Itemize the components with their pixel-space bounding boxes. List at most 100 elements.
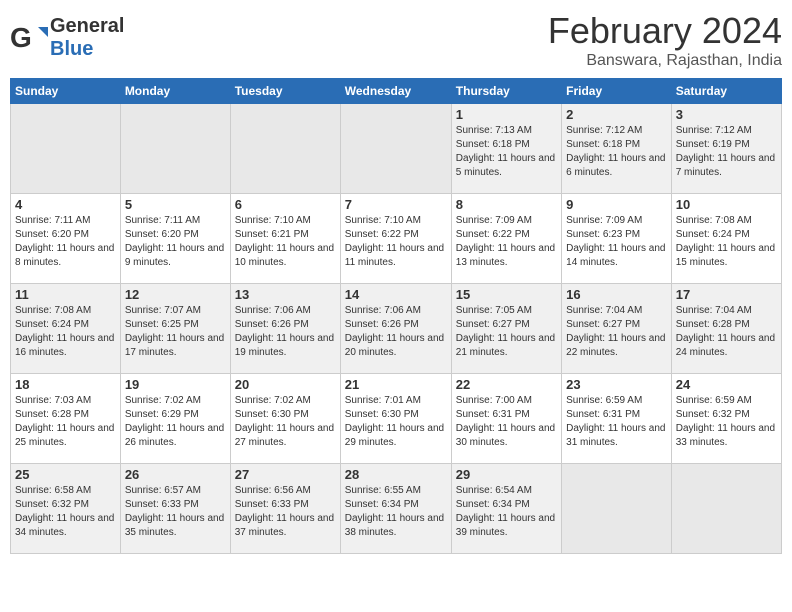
- calendar-day-cell: 21Sunrise: 7:01 AMSunset: 6:30 PMDayligh…: [340, 374, 451, 464]
- calendar-day-cell: 6 Sunrise: 7:10 AMSunset: 6:21 PMDaylight…: [230, 194, 340, 284]
- day-number: 10: [676, 197, 777, 212]
- calendar-day-header: Saturday: [671, 79, 781, 104]
- day-number: 20: [235, 377, 336, 392]
- day-number: 14: [345, 287, 447, 302]
- logo: G General Blue: [10, 10, 124, 61]
- day-info: Sunrise: 7:06 AMSunset: 6:26 PMDaylight:…: [345, 304, 447, 360]
- calendar-day-cell: [671, 464, 781, 554]
- calendar-day-header: Sunday: [11, 79, 121, 104]
- day-number: 28: [345, 467, 447, 482]
- calendar-day-cell: [120, 104, 230, 194]
- day-info: Sunrise: 6:54 AMSunset: 6:34 PMDaylight:…: [456, 484, 557, 540]
- subtitle: Banswara, Rajasthan, India: [548, 52, 782, 70]
- day-info: Sunrise: 7:13 AMSunset: 6:18 PMDaylight:…: [456, 124, 557, 180]
- day-info: Sunrise: 7:00 AMSunset: 6:31 PMDaylight:…: [456, 394, 557, 450]
- calendar-day-cell: 25 Sunrise: 6:58 AMSunset: 6:32 PMDayligh…: [11, 464, 121, 554]
- day-number: 12: [125, 287, 226, 302]
- calendar-day-cell: 12Sunrise: 7:07 AMSunset: 6:25 PMDayligh…: [120, 284, 230, 374]
- day-number: 22: [456, 377, 557, 392]
- main-title: February 2024: [548, 10, 782, 52]
- calendar-day-cell: 2 Sunrise: 7:12 AMSunset: 6:18 PMDaylight…: [562, 104, 672, 194]
- logo-icon: G: [10, 19, 48, 57]
- day-number: 11: [15, 287, 116, 302]
- logo-blue: Blue: [50, 38, 93, 60]
- day-info: Sunrise: 7:12 AMSunset: 6:18 PMDaylight:…: [566, 124, 667, 180]
- day-number: 29: [456, 467, 557, 482]
- calendar-day-cell: 14 Sunrise: 7:06 AMSunset: 6:26 PMDayligh…: [340, 284, 451, 374]
- day-number: 13: [235, 287, 336, 302]
- calendar-day-cell: 3 Sunrise: 7:12 AMSunset: 6:19 PMDaylight…: [671, 104, 781, 194]
- day-info: Sunrise: 6:59 AMSunset: 6:31 PMDaylight:…: [566, 394, 667, 450]
- day-info: Sunrise: 7:04 AMSunset: 6:27 PMDaylight:…: [566, 304, 667, 360]
- calendar-day-header: Friday: [562, 79, 672, 104]
- calendar-day-cell: 19Sunrise: 7:02 AMSunset: 6:29 PMDayligh…: [120, 374, 230, 464]
- calendar-day-cell: [11, 104, 121, 194]
- calendar-day-cell: 1Sunrise: 7:13 AMSunset: 6:18 PMDaylight…: [451, 104, 561, 194]
- logo-general: General: [50, 15, 124, 37]
- calendar-day-cell: 29 Sunrise: 6:54 AMSunset: 6:34 PMDayligh…: [451, 464, 561, 554]
- calendar-day-cell: 5 Sunrise: 7:11 AMSunset: 6:20 PMDaylight…: [120, 194, 230, 284]
- day-info: Sunrise: 7:03 AMSunset: 6:28 PMDaylight:…: [15, 394, 116, 450]
- day-number: 21: [345, 377, 447, 392]
- calendar-week-row: 18Sunrise: 7:03 AMSunset: 6:28 PMDayligh…: [11, 374, 782, 464]
- day-info: Sunrise: 7:06 AMSunset: 6:26 PMDaylight:…: [235, 304, 336, 360]
- day-info: Sunrise: 6:59 AMSunset: 6:32 PMDaylight:…: [676, 394, 777, 450]
- calendar-day-cell: 22 Sunrise: 7:00 AMSunset: 6:31 PMDayligh…: [451, 374, 561, 464]
- calendar-day-cell: 23Sunrise: 6:59 AMSunset: 6:31 PMDayligh…: [562, 374, 672, 464]
- calendar-day-cell: 28 Sunrise: 6:55 AMSunset: 6:34 PMDayligh…: [340, 464, 451, 554]
- calendar-week-row: 11 Sunrise: 7:08 AMSunset: 6:24 PMDayligh…: [11, 284, 782, 374]
- day-info: Sunrise: 6:58 AMSunset: 6:32 PMDaylight:…: [15, 484, 116, 540]
- day-info: Sunrise: 7:02 AMSunset: 6:29 PMDaylight:…: [125, 394, 226, 450]
- calendar-day-cell: [340, 104, 451, 194]
- day-info: Sunrise: 7:05 AMSunset: 6:27 PMDaylight:…: [456, 304, 557, 360]
- day-number: 5: [125, 197, 226, 212]
- calendar-day-cell: 8 Sunrise: 7:09 AMSunset: 6:22 PMDaylight…: [451, 194, 561, 284]
- calendar-day-cell: 17Sunrise: 7:04 AMSunset: 6:28 PMDayligh…: [671, 284, 781, 374]
- day-info: Sunrise: 7:08 AMSunset: 6:24 PMDaylight:…: [15, 304, 116, 360]
- calendar-week-row: 4 Sunrise: 7:11 AMSunset: 6:20 PMDaylight…: [11, 194, 782, 284]
- day-info: Sunrise: 7:08 AMSunset: 6:24 PMDaylight:…: [676, 214, 777, 270]
- day-info: Sunrise: 7:11 AMSunset: 6:20 PMDaylight:…: [15, 214, 116, 270]
- calendar-day-cell: 26Sunrise: 6:57 AMSunset: 6:33 PMDayligh…: [120, 464, 230, 554]
- day-number: 15: [456, 287, 557, 302]
- day-number: 7: [345, 197, 447, 212]
- day-number: 4: [15, 197, 116, 212]
- day-number: 8: [456, 197, 557, 212]
- title-area: February 2024 Banswara, Rajasthan, India: [548, 10, 782, 70]
- day-number: 16: [566, 287, 667, 302]
- calendar-day-cell: 7Sunrise: 7:10 AMSunset: 6:22 PMDaylight…: [340, 194, 451, 284]
- day-info: Sunrise: 7:04 AMSunset: 6:28 PMDaylight:…: [676, 304, 777, 360]
- calendar-day-cell: 4 Sunrise: 7:11 AMSunset: 6:20 PMDaylight…: [11, 194, 121, 284]
- calendar-day-cell: 13 Sunrise: 7:06 AMSunset: 6:26 PMDayligh…: [230, 284, 340, 374]
- calendar-day-cell: 16 Sunrise: 7:04 AMSunset: 6:27 PMDayligh…: [562, 284, 672, 374]
- day-info: Sunrise: 7:12 AMSunset: 6:19 PMDaylight:…: [676, 124, 777, 180]
- calendar-day-cell: 15 Sunrise: 7:05 AMSunset: 6:27 PMDayligh…: [451, 284, 561, 374]
- day-info: Sunrise: 7:11 AMSunset: 6:20 PMDaylight:…: [125, 214, 226, 270]
- day-info: Sunrise: 7:10 AMSunset: 6:21 PMDaylight:…: [235, 214, 336, 270]
- calendar-day-header: Thursday: [451, 79, 561, 104]
- calendar-week-row: 25 Sunrise: 6:58 AMSunset: 6:32 PMDayligh…: [11, 464, 782, 554]
- calendar-header-row: SundayMondayTuesdayWednesdayThursdayFrid…: [11, 79, 782, 104]
- calendar-day-cell: 9 Sunrise: 7:09 AMSunset: 6:23 PMDaylight…: [562, 194, 672, 284]
- calendar-day-header: Tuesday: [230, 79, 340, 104]
- day-number: 3: [676, 107, 777, 122]
- day-number: 24: [676, 377, 777, 392]
- day-number: 6: [235, 197, 336, 212]
- calendar-day-cell: 11 Sunrise: 7:08 AMSunset: 6:24 PMDayligh…: [11, 284, 121, 374]
- calendar-table: SundayMondayTuesdayWednesdayThursdayFrid…: [10, 78, 782, 554]
- day-number: 2: [566, 107, 667, 122]
- calendar-day-header: Wednesday: [340, 79, 451, 104]
- calendar-week-row: 1Sunrise: 7:13 AMSunset: 6:18 PMDaylight…: [11, 104, 782, 194]
- calendar-day-header: Monday: [120, 79, 230, 104]
- calendar-day-cell: 10 Sunrise: 7:08 AMSunset: 6:24 PMDayligh…: [671, 194, 781, 284]
- day-number: 25: [15, 467, 116, 482]
- day-info: Sunrise: 7:09 AMSunset: 6:22 PMDaylight:…: [456, 214, 557, 270]
- day-info: Sunrise: 7:09 AMSunset: 6:23 PMDaylight:…: [566, 214, 667, 270]
- day-info: Sunrise: 6:57 AMSunset: 6:33 PMDaylight:…: [125, 484, 226, 540]
- calendar-day-cell: 24 Sunrise: 6:59 AMSunset: 6:32 PMDayligh…: [671, 374, 781, 464]
- day-info: Sunrise: 6:55 AMSunset: 6:34 PMDaylight:…: [345, 484, 447, 540]
- calendar-day-cell: [230, 104, 340, 194]
- day-number: 27: [235, 467, 336, 482]
- page-header: G General Blue February 2024 Banswara, R…: [10, 10, 782, 70]
- day-number: 9: [566, 197, 667, 212]
